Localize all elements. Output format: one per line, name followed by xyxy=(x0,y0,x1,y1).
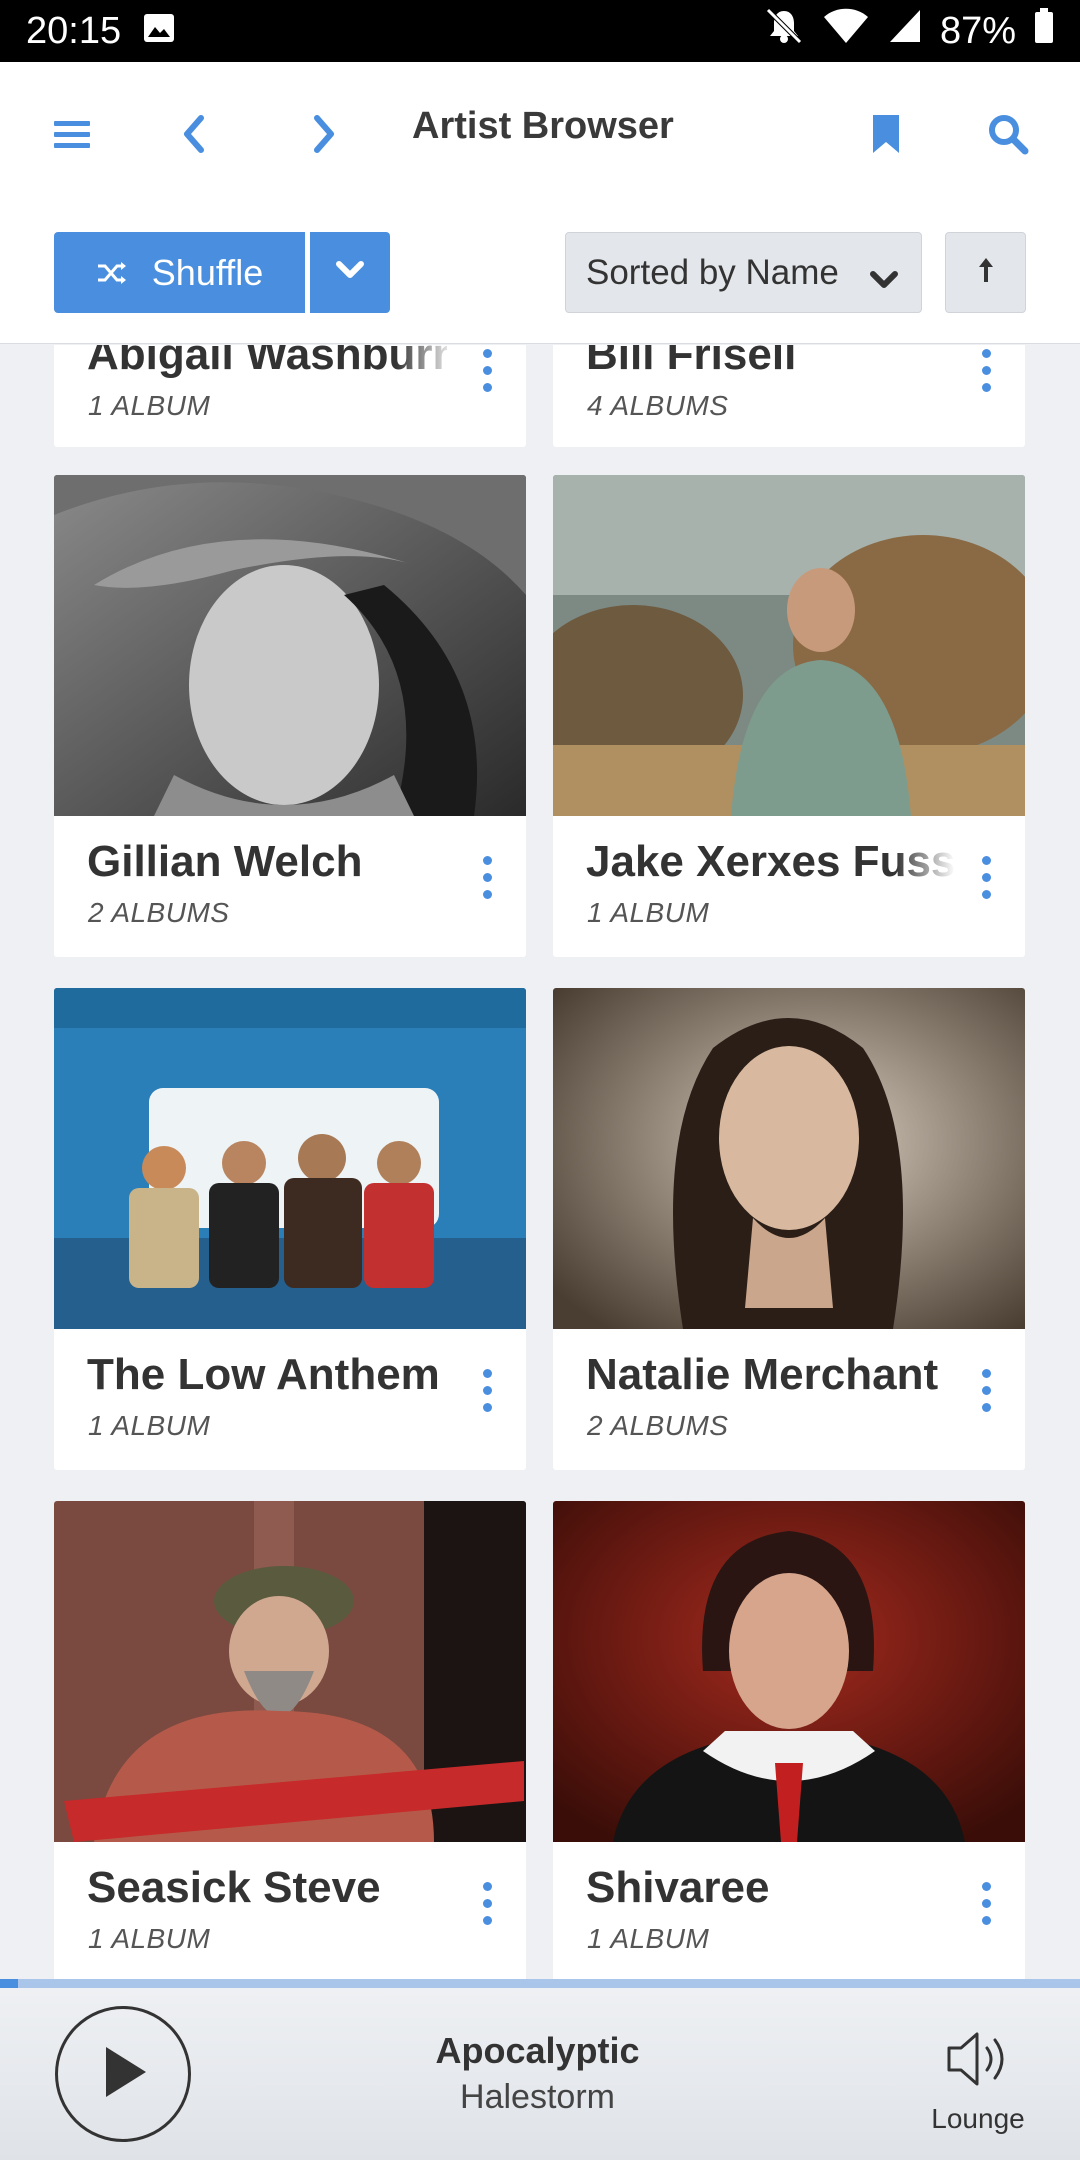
artist-card[interactable]: Abigail Washburn 1 ALBUM xyxy=(54,345,526,447)
progress-fill xyxy=(0,1979,19,1988)
status-time: 20:15 xyxy=(26,9,122,52)
track-artist: Halestorm xyxy=(460,2078,615,2116)
page-title: Artist Browser xyxy=(412,105,674,147)
now-playing-bar: Apocalyptic Halestorm Lounge xyxy=(0,1988,1080,2160)
artist-name: Bill Frisell xyxy=(586,345,797,379)
album-count: 2 ALBUMS xyxy=(587,1410,729,1441)
shuffle-options-button[interactable] xyxy=(310,232,390,313)
artist-card[interactable]: Jake Xerxes Fussell 1 ALBUM xyxy=(553,475,1025,957)
album-count: 2 ALBUMS xyxy=(88,897,230,928)
chevron-down-icon xyxy=(869,259,899,299)
sort-select[interactable]: Sorted by Name xyxy=(565,232,922,313)
forward-arrow-icon[interactable] xyxy=(296,106,352,162)
artist-card[interactable]: Shivaree 1 ALBUM xyxy=(553,1501,1025,1980)
sort-label: Sorted by Name xyxy=(586,252,839,292)
back-arrow-icon[interactable] xyxy=(166,106,222,162)
speaker-icon xyxy=(945,2032,1011,2094)
signal-icon xyxy=(888,8,922,54)
artist-name: Seasick Steve xyxy=(87,1863,381,1912)
app-header: Artist Browser Shuffle Sorted by Name xyxy=(0,62,1080,344)
text-fade xyxy=(895,837,955,889)
artist-photo xyxy=(54,475,526,816)
text-fade xyxy=(396,345,456,382)
artist-card[interactable]: Bill Frisell 4 ALBUMS xyxy=(553,345,1025,447)
more-options-icon[interactable] xyxy=(472,1873,502,1933)
artist-name: The Low Anthem xyxy=(87,1350,440,1399)
track-title: Apocalyptic xyxy=(435,2030,640,2071)
artist-card[interactable]: Natalie Merchant 2 ALBUMS xyxy=(553,988,1025,1470)
play-icon xyxy=(96,2043,150,2106)
shuffle-label: Shuffle xyxy=(151,251,264,293)
album-count: 1 ALBUM xyxy=(88,1923,211,1954)
artist-photo xyxy=(553,988,1025,1329)
album-count: 1 ALBUM xyxy=(587,897,710,928)
status-bar: 20:15 87% xyxy=(0,0,1080,62)
artist-photo xyxy=(553,1501,1025,1842)
artist-grid: Abigail Washburn 1 ALBUM Bill Frisell 4 … xyxy=(0,345,1080,1980)
more-options-icon[interactable] xyxy=(971,1360,1001,1420)
album-count: 1 ALBUM xyxy=(587,1923,710,1954)
now-playing-info[interactable]: Apocalyptic Halestorm xyxy=(300,2030,775,2117)
arrow-up-icon xyxy=(976,256,996,289)
sort-direction-button[interactable] xyxy=(945,232,1026,313)
artist-card[interactable]: The Low Anthem 1 ALBUM xyxy=(54,988,526,1470)
playback-progress-bar[interactable] xyxy=(0,1979,1080,1988)
navigation-bar: Artist Browser xyxy=(0,62,1080,198)
artist-name: Shivaree xyxy=(586,1863,770,1912)
battery-icon xyxy=(1034,8,1054,54)
browser-controls: Shuffle Sorted by Name xyxy=(0,232,1080,314)
artist-photo xyxy=(54,1501,526,1842)
album-count: 1 ALBUM xyxy=(88,1410,211,1441)
mute-icon xyxy=(764,6,804,56)
bookmark-icon[interactable] xyxy=(858,106,914,162)
artist-name: Abigail Washburn xyxy=(87,345,447,379)
image-notification-icon xyxy=(143,10,175,53)
wifi-icon xyxy=(822,7,870,55)
artist-photo xyxy=(553,475,1025,816)
chevron-down-icon xyxy=(335,260,365,285)
more-options-icon[interactable] xyxy=(971,847,1001,907)
zone-label: Lounge xyxy=(931,2103,1025,2134)
album-count: 4 ALBUMS xyxy=(587,390,729,421)
more-options-icon[interactable] xyxy=(472,1360,502,1420)
battery-percent: 87% xyxy=(939,9,1016,52)
more-options-icon[interactable] xyxy=(472,847,502,907)
more-options-icon[interactable] xyxy=(971,345,1001,400)
zone-selector[interactable]: Lounge xyxy=(918,2028,1038,2135)
artist-photo xyxy=(54,988,526,1329)
shuffle-button[interactable]: Shuffle xyxy=(54,232,305,313)
artist-name: Gillian Welch xyxy=(87,837,363,886)
artist-card[interactable]: Seasick Steve 1 ALBUM xyxy=(54,1501,526,1980)
artist-name: Natalie Merchant xyxy=(586,1350,939,1399)
shuffle-icon xyxy=(96,252,128,294)
artist-card[interactable]: Gillian Welch 2 ALBUMS xyxy=(54,475,526,957)
more-options-icon[interactable] xyxy=(971,1873,1001,1933)
search-icon[interactable] xyxy=(980,106,1036,162)
play-button[interactable] xyxy=(55,2006,191,2142)
menu-icon[interactable] xyxy=(44,106,100,162)
album-count: 1 ALBUM xyxy=(88,390,211,421)
more-options-icon[interactable] xyxy=(472,345,502,400)
